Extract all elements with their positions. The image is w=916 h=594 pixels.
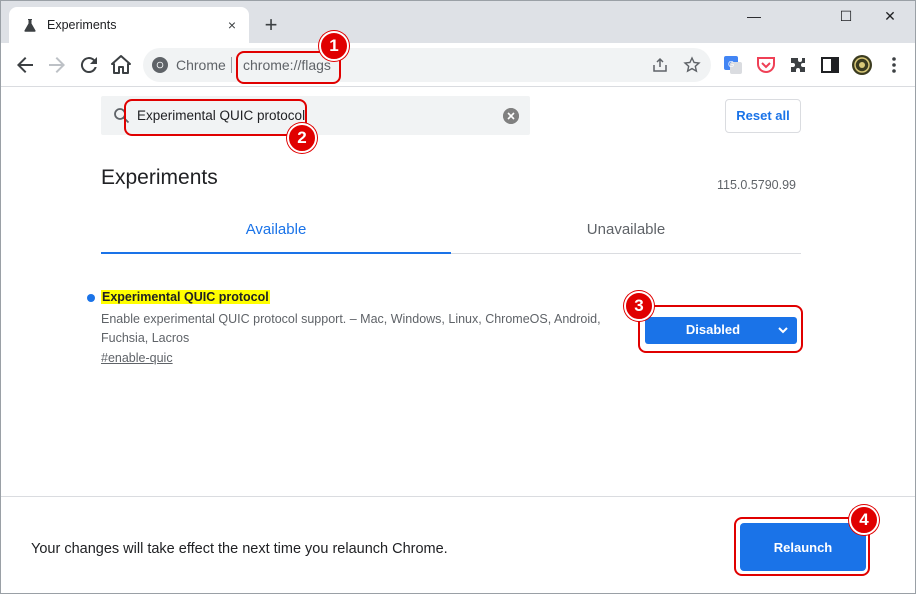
- maximize-button[interactable]: ☐: [823, 5, 869, 29]
- home-icon[interactable]: [109, 53, 133, 77]
- reload-icon[interactable]: [77, 53, 101, 77]
- tab-close-icon[interactable]: ×: [223, 16, 241, 34]
- tab-experiments[interactable]: Experiments ×: [9, 7, 249, 43]
- svg-text:G: G: [728, 60, 734, 69]
- flag-permalink[interactable]: #enable-quic: [101, 351, 173, 365]
- close-window-button[interactable]: ✕: [867, 5, 913, 29]
- annotation-badge-2: 2: [287, 123, 317, 153]
- clear-search-icon[interactable]: [503, 108, 519, 124]
- translate-extension-icon[interactable]: G: [722, 54, 744, 76]
- new-tab-button[interactable]: +: [259, 14, 283, 38]
- share-icon[interactable]: [651, 56, 669, 74]
- pocket-extension-icon[interactable]: [755, 54, 777, 76]
- relaunch-message: Your changes will take effect the next t…: [31, 541, 448, 557]
- annotation-box-3: [638, 305, 803, 353]
- forward-icon[interactable]: [45, 53, 69, 77]
- omnibox-separator: [231, 57, 232, 73]
- flask-icon: [24, 19, 36, 32]
- annotation-box-2: [124, 99, 307, 136]
- annotation-badge-1: 1: [319, 31, 349, 61]
- minimize-button[interactable]: —: [731, 5, 777, 29]
- puzzle-extensions-icon[interactable]: [787, 54, 809, 76]
- chrome-chip-label: Chrome: [176, 57, 226, 73]
- version-label: 115.0.5790.99: [717, 178, 797, 192]
- annotation-badge-4: 4: [849, 505, 879, 535]
- modified-indicator-dot: [87, 294, 95, 302]
- tab-title: Experiments: [47, 18, 117, 32]
- side-panel-icon[interactable]: [819, 54, 841, 76]
- page-title: Experiments: [101, 166, 218, 189]
- annotation-badge-3: 3: [624, 291, 654, 321]
- toolbar: Chrome chrome://flags G: [1, 43, 915, 87]
- flag-description: Enable experimental QUIC protocol suppor…: [101, 312, 601, 345]
- back-icon[interactable]: [13, 53, 37, 77]
- browser-window: Experiments × + — ☐ ✕ Chrome chrome://fl…: [0, 0, 916, 594]
- menu-kebab-icon[interactable]: [883, 54, 905, 76]
- tab-unavailable[interactable]: Unavailable: [451, 212, 801, 254]
- tab-available[interactable]: Available: [101, 212, 451, 254]
- reset-all-button[interactable]: Reset all: [725, 99, 801, 133]
- tab-strip: Experiments × + — ☐ ✕: [1, 1, 915, 43]
- chrome-icon: [152, 57, 168, 73]
- address-bar[interactable]: Chrome chrome://flags: [143, 48, 711, 82]
- flag-name: Experimental QUIC protocol: [101, 290, 270, 304]
- bookmark-star-icon[interactable]: [683, 56, 701, 74]
- profile-avatar-icon[interactable]: [851, 54, 873, 76]
